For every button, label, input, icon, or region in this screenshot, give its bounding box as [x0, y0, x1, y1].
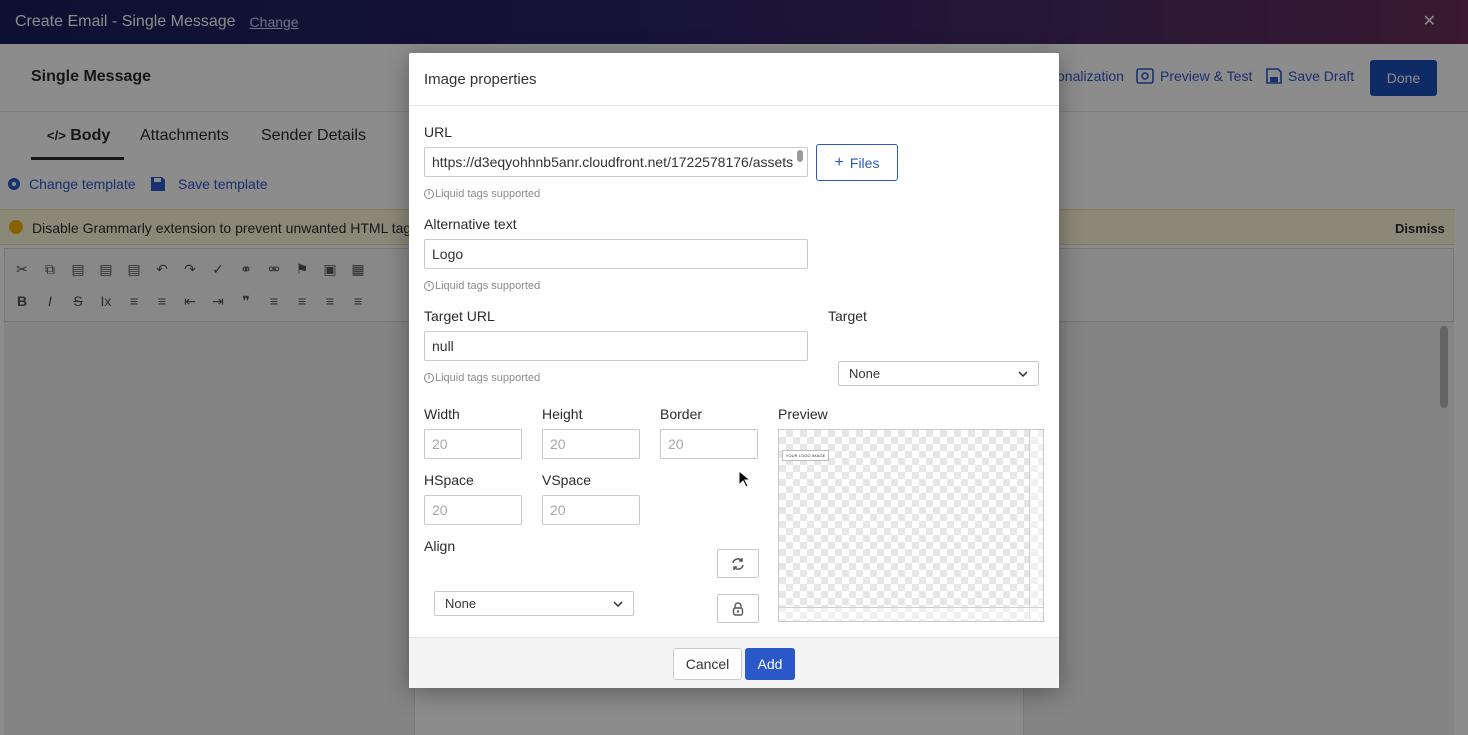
url-hint-text: Liquid tags supported [435, 188, 541, 200]
hspace-input[interactable]: 20 [424, 495, 522, 525]
vspace-input[interactable]: 20 [542, 495, 640, 525]
refresh-icon [732, 557, 744, 570]
dialog-header-divider [409, 105, 1059, 106]
info-icon: i [424, 373, 434, 383]
align-select-value: None [445, 596, 477, 611]
lock-icon [732, 601, 744, 616]
url-label: URL [424, 124, 453, 140]
lock-ratio-button[interactable] [717, 594, 759, 623]
image-preview: YOUR LOGO IMAGE [778, 429, 1044, 622]
hspace-label: HSpace [424, 472, 474, 488]
align-select[interactable]: None [434, 591, 634, 616]
mouse-cursor-icon [738, 470, 750, 488]
height-input[interactable]: 20 [542, 429, 640, 459]
info-icon: i [424, 281, 434, 291]
preview-logo-image: YOUR LOGO IMAGE [782, 450, 829, 461]
preview-vertical-scrollbar[interactable] [1029, 430, 1043, 621]
target-label: Target [828, 308, 867, 324]
alt-text-label: Alternative text [424, 216, 517, 232]
plus-icon: + [834, 153, 844, 171]
dialog-footer: Cancel Add [409, 637, 1059, 688]
files-button-label: Files [849, 154, 880, 171]
target-select-value: None [849, 366, 881, 381]
url-input[interactable]: https://d3eqyohhnb5anr.cloudfront.net/17… [424, 147, 808, 177]
add-button[interactable]: Add [745, 648, 795, 680]
dialog-title: Image properties [424, 71, 537, 88]
align-label: Align [424, 538, 456, 554]
image-properties-dialog: Image properties URL https://d3eqyohhnb5… [409, 53, 1059, 688]
alt-text-hint-text: Liquid tags supported [435, 280, 541, 292]
cancel-button[interactable]: Cancel [673, 648, 742, 680]
reset-size-button[interactable] [717, 549, 759, 578]
target-url-input[interactable]: null [424, 331, 808, 361]
vspace-label: VSpace [542, 472, 592, 488]
alt-text-hint: i Liquid tags supported [424, 280, 540, 292]
url-hint: i Liquid tags supported [424, 188, 540, 200]
target-url-label: Target URL [424, 308, 495, 324]
height-label: Height [542, 406, 583, 422]
border-label: Border [660, 406, 703, 422]
info-icon: i [424, 189, 434, 199]
alt-text-input[interactable]: Logo [424, 239, 808, 269]
files-button[interactable]: + Files [816, 144, 898, 181]
width-input[interactable]: 20 [424, 429, 522, 459]
chevron-down-icon [613, 600, 623, 607]
width-label: Width [424, 406, 460, 422]
preview-horizontal-scrollbar[interactable] [779, 607, 1043, 621]
target-select[interactable]: None [838, 361, 1039, 386]
chevron-down-icon [1018, 370, 1028, 377]
url-scroll-handle[interactable] [797, 150, 803, 162]
border-input[interactable]: 20 [660, 429, 758, 459]
preview-label: Preview [778, 406, 828, 422]
target-url-hint-text: Liquid tags supported [435, 372, 541, 384]
target-url-hint: i Liquid tags supported [424, 372, 540, 384]
